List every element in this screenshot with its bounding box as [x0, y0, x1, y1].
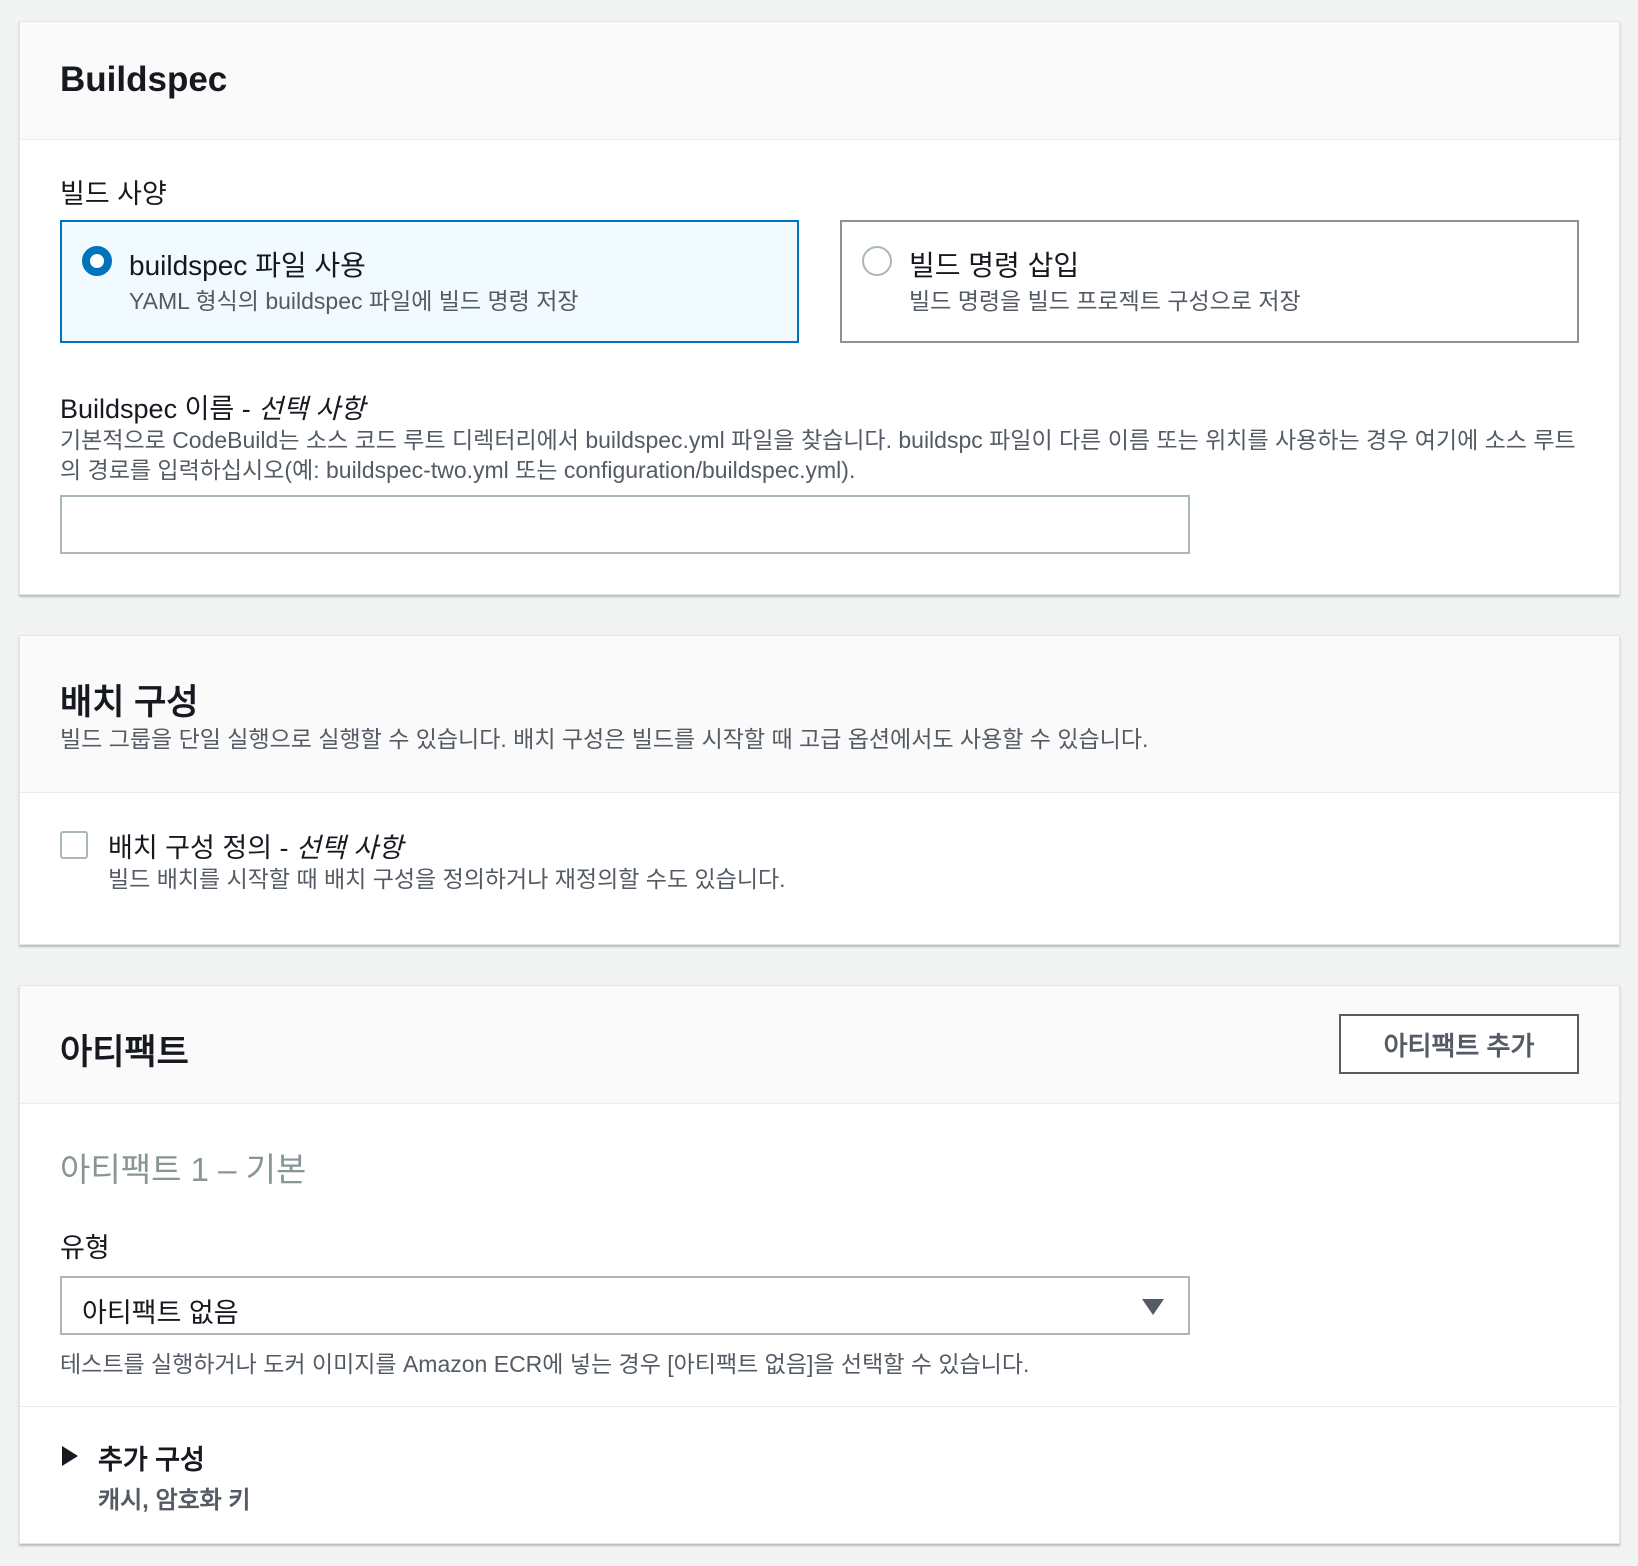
batch-config-checkbox[interactable]	[60, 831, 88, 859]
buildspec-header: Buildspec	[20, 22, 1619, 140]
type-select-value: 아티팩트 없음	[82, 1298, 239, 1328]
batch-config-label-text: 배치 구성 정의 -	[108, 833, 297, 863]
buildspec-name-label-text: Buildspec 이름 -	[60, 394, 259, 424]
type-select[interactable]: 아티팩트 없음	[60, 1276, 1190, 1335]
buildspec-panel: Buildspec 빌드 사양 buildspec 파일 사용 YAML 형식의…	[19, 21, 1620, 595]
radio-selected-icon[interactable]	[82, 246, 112, 276]
buildspec-name-label: Buildspec 이름 - 선택 사항	[60, 387, 365, 426]
additional-config-toggle[interactable]: 추가 구성	[98, 1438, 205, 1477]
batch-desc: 빌드 그룹을 단일 실행으로 실행할 수 있습니다. 배치 구성은 빌드를 시작…	[60, 726, 1149, 752]
radio-insert-build-commands-label: 빌드 명령 삽입	[909, 250, 1080, 281]
artifacts-header: 아티팩트 아티팩트 추가	[20, 986, 1619, 1104]
artifacts-title: 아티팩트	[60, 1033, 189, 1072]
type-label: 유형	[60, 1233, 110, 1263]
additional-config-desc: 캐시, 암호화 키	[98, 1487, 251, 1514]
batch-config-desc: 빌드 배치를 시작할 때 배치 구성을 정의하거나 재정의할 수도 있습니다.	[108, 866, 786, 892]
batch-config-label: 배치 구성 정의 - 선택 사항	[108, 826, 403, 865]
batch-config-optional: 선택 사항	[296, 833, 403, 863]
divider	[20, 1406, 1621, 1407]
batch-panel: 배치 구성 빌드 그룹을 단일 실행으로 실행할 수 있습니다. 배치 구성은 …	[19, 635, 1620, 945]
radio-insert-build-commands[interactable]: 빌드 명령 삽입 빌드 명령을 빌드 프로젝트 구성으로 저장	[840, 220, 1579, 343]
radio-use-buildspec-file-label: buildspec 파일 사용	[129, 250, 366, 281]
radio-unselected-icon[interactable]	[862, 246, 892, 276]
caret-down-icon	[1142, 1299, 1164, 1315]
buildspec-name-input[interactable]	[60, 495, 1190, 554]
buildspec-name-optional: 선택 사항	[258, 394, 366, 424]
type-desc: 테스트를 실행하거나 도커 이미지를 Amazon ECR에 넣는 경우 [아티…	[60, 1351, 1030, 1377]
radio-use-buildspec-file[interactable]: buildspec 파일 사용 YAML 형식의 buildspec 파일에 빌…	[60, 220, 799, 343]
batch-header: 배치 구성 빌드 그룹을 단일 실행으로 실행할 수 있습니다. 배치 구성은 …	[20, 636, 1619, 793]
buildspec-name-desc: 기본적으로 CodeBuild는 소스 코드 루트 디렉터리에서 buildsp…	[60, 427, 1576, 483]
artifact-1-heading: 아티팩트 1 – 기본	[60, 1151, 307, 1188]
radio-insert-build-commands-desc: 빌드 명령을 빌드 프로젝트 구성으로 저장	[909, 288, 1301, 314]
artifacts-panel: 아티팩트 아티팩트 추가 아티팩트 1 – 기본 유형 아티팩트 없음 테스트를…	[19, 985, 1621, 1544]
batch-title: 배치 구성	[60, 683, 199, 722]
buildspec-title: Buildspec	[60, 60, 228, 99]
caret-right-icon[interactable]	[62, 1446, 78, 1466]
add-artifact-button[interactable]: 아티팩트 추가	[1339, 1014, 1579, 1074]
build-spec-label: 빌드 사양	[60, 179, 167, 209]
radio-use-buildspec-file-desc: YAML 형식의 buildspec 파일에 빌드 명령 저장	[129, 288, 579, 314]
